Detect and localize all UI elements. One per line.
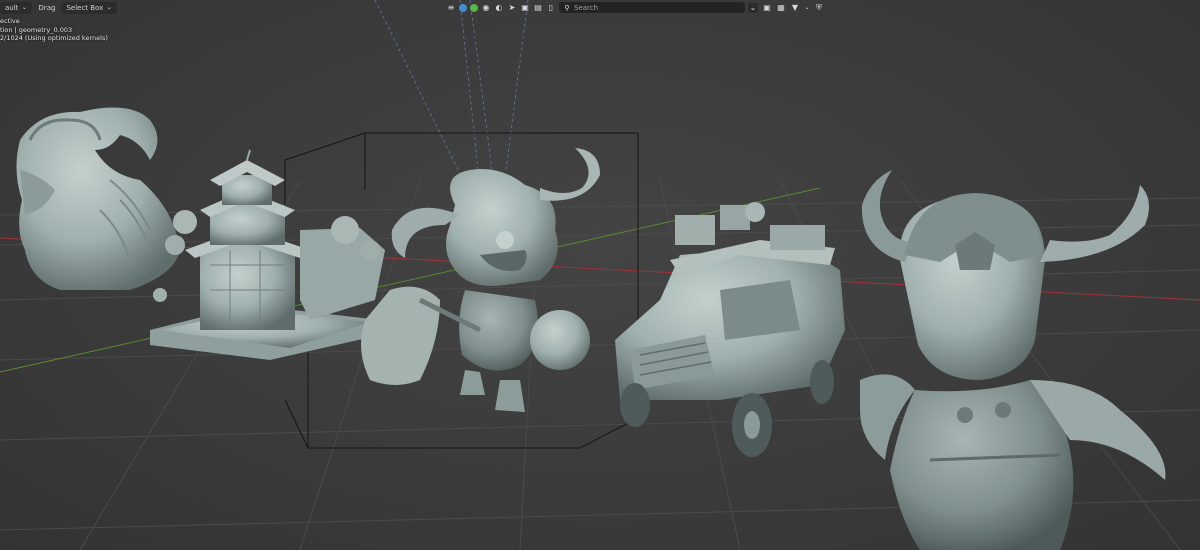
chevron-down-icon[interactable]: ⌄ [748,2,758,13]
chevron-down-icon: ⌄ [106,3,112,11]
grid-icon[interactable]: ▦ [776,3,786,13]
select-box-label: Select Box [66,3,104,12]
goat-bust-model [16,107,181,290]
select-box-dropdown[interactable]: Select Box ⌄ [61,1,118,14]
viewport-scene[interactable] [0,0,1200,550]
3d-viewport[interactable]: ault ⌄ Drag Select Box ⌄ ≡ ◉ ◐ ➤ ▣ ▤ ▯ ⚲… [0,0,1200,550]
camera-guide-lines [374,0,529,171]
search-icon: ⚲ [564,3,570,12]
chevron-down-icon[interactable]: ⌄ [804,3,810,13]
mode-dropdown[interactable]: ault ⌄ [0,1,33,14]
cursor-icon[interactable]: ➤ [507,3,517,13]
viewport-info-overlay: ective tion | geometry_0.003 2/1024 (Usi… [0,17,108,43]
header-right-toolbar: ⌄ ▣ ▦ ▼ ⌄ ⛨ [748,0,824,15]
filter-icon[interactable]: ▼ [790,3,800,13]
render-samples-info: 2/1024 (Using optimized kernels) [0,34,108,42]
camera-view-icon[interactable]: ▣ [762,3,772,13]
globe-icon[interactable] [459,3,467,12]
pagoda-temple-model [150,149,385,360]
jeep-model [615,202,845,457]
object-type-visibility-bar: ≡ ◉ ◐ ➤ ▣ ▤ ▯ ⚲ [446,0,745,15]
header-left-toolbar: ault ⌄ Drag Select Box ⌄ [0,0,118,15]
search-box[interactable]: ⚲ [559,2,745,13]
collection-object-info: tion | geometry_0.003 [0,25,73,34]
drag-label: Drag [38,3,56,12]
camera-icon[interactable]: ◉ [481,3,491,13]
light-icon[interactable]: ◐ [494,3,504,13]
view-name: ective [0,17,20,25]
view-icon[interactable]: ≡ [446,3,456,13]
shield-icon[interactable]: ⛨ [814,3,824,13]
mesh-icon[interactable]: ▣ [520,3,530,13]
chevron-down-icon: ⌄ [21,3,27,11]
viking-chibi-model [860,170,1166,550]
image-icon[interactable]: ▤ [533,3,543,13]
mode-label: ault [5,3,19,12]
search-input[interactable] [574,3,724,12]
horned-monster-model [361,148,600,412]
render-icon[interactable]: ▯ [546,3,556,13]
color-icon[interactable] [470,3,478,12]
